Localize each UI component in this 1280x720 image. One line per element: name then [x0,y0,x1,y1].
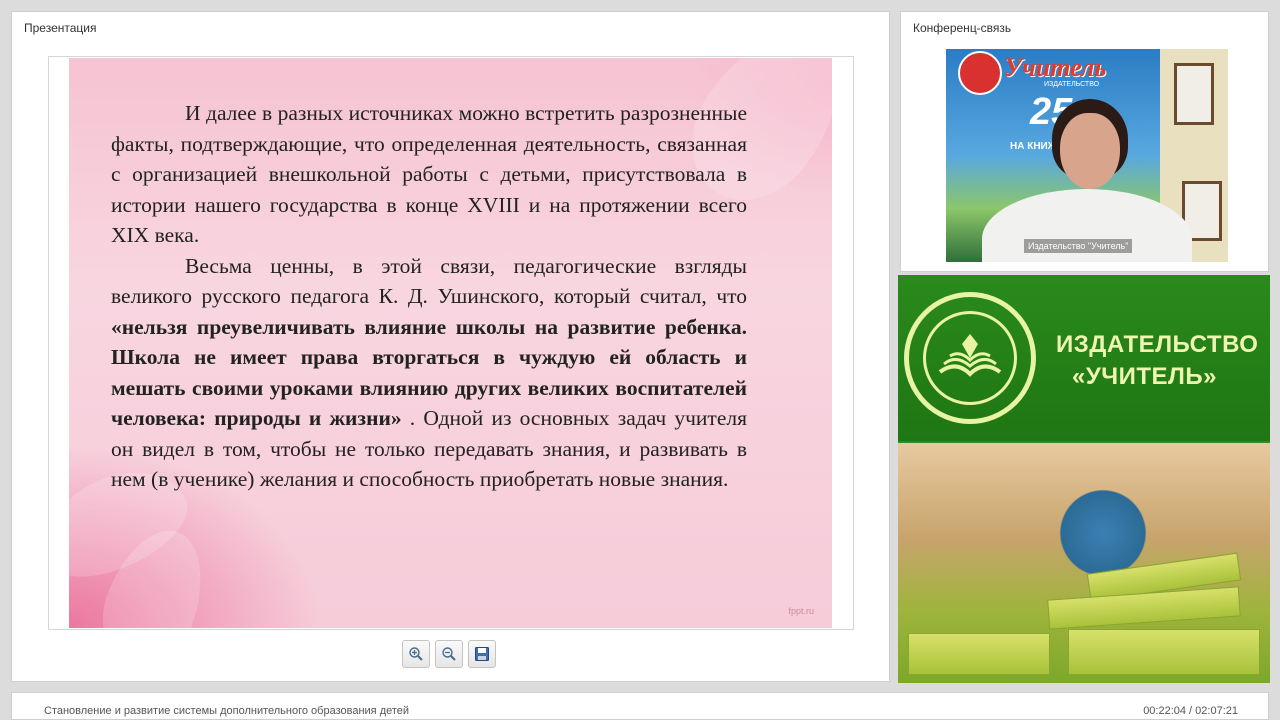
wall-frame [1174,63,1214,125]
zoom-in-icon [409,647,423,661]
publisher-name-line2: «УЧИТЕЛЬ» [1072,363,1217,390]
video-speaker-label: Издательство "Учитель" [1024,239,1133,253]
publisher-emblem-inner [923,311,1017,405]
video-feed[interactable]: Учитель ИЗДАТЕЛЬСТВО 25 л НА КНИЖН Издат… [946,49,1228,262]
book-emblem-icon [938,334,1002,377]
book-illustration [1047,586,1241,630]
book-illustration [1068,629,1260,675]
slide-text: И далее в разных источниках можно встрет… [111,98,747,495]
save-button[interactable] [468,640,496,668]
slide-viewer: И далее в разных источниках можно встрет… [48,56,854,630]
speaker-face [1060,113,1120,189]
poster-subtitle: ИЗДАТЕЛЬСТВО [1044,81,1100,88]
poster-brand: Учитель [1004,53,1107,82]
save-icon [475,647,489,661]
publisher-banner: ИЗДАТЕЛЬСТВО «УЧИТЕЛЬ» [898,275,1270,683]
publisher-logo-icon [958,51,1002,95]
presentation-panel: Презентация И далее в разных источниках … [11,11,890,682]
zoom-out-button[interactable] [435,640,463,668]
books-globe-image [898,443,1270,683]
slide-paragraph-1: И далее в разных источниках можно встрет… [111,101,747,247]
footer-bar: Становление и развитие системы дополните… [11,692,1269,720]
presentation-panel-title: Презентация [24,21,97,35]
slide: И далее в разных источниках можно встрет… [69,58,832,628]
slide-paragraph-2-intro: Весьма ценны, в этой связи, педагогическ… [111,253,747,309]
webinar-title: Становление и развитие системы дополните… [44,705,410,717]
conference-panel-title: Конференц-связь [913,21,1012,35]
slide-paragraph-2: Весьма ценны, в этой связи, педагогическ… [111,251,747,495]
zoom-in-button[interactable] [402,640,430,668]
publisher-banner-header: ИЗДАТЕЛЬСТВО «УЧИТЕЛЬ» [898,275,1270,441]
zoom-out-icon [442,647,456,661]
playback-time: 00:22:04 / 02:07:21 [1143,705,1238,717]
conference-panel: Конференц-связь Учитель ИЗДАТЕЛЬСТВО 25 … [900,11,1269,272]
slide-watermark: fppt.ru [788,606,814,616]
book-illustration [908,633,1050,675]
publisher-name-line1: ИЗДАТЕЛЬСТВО [1056,331,1259,358]
publisher-emblem-icon [904,292,1036,424]
